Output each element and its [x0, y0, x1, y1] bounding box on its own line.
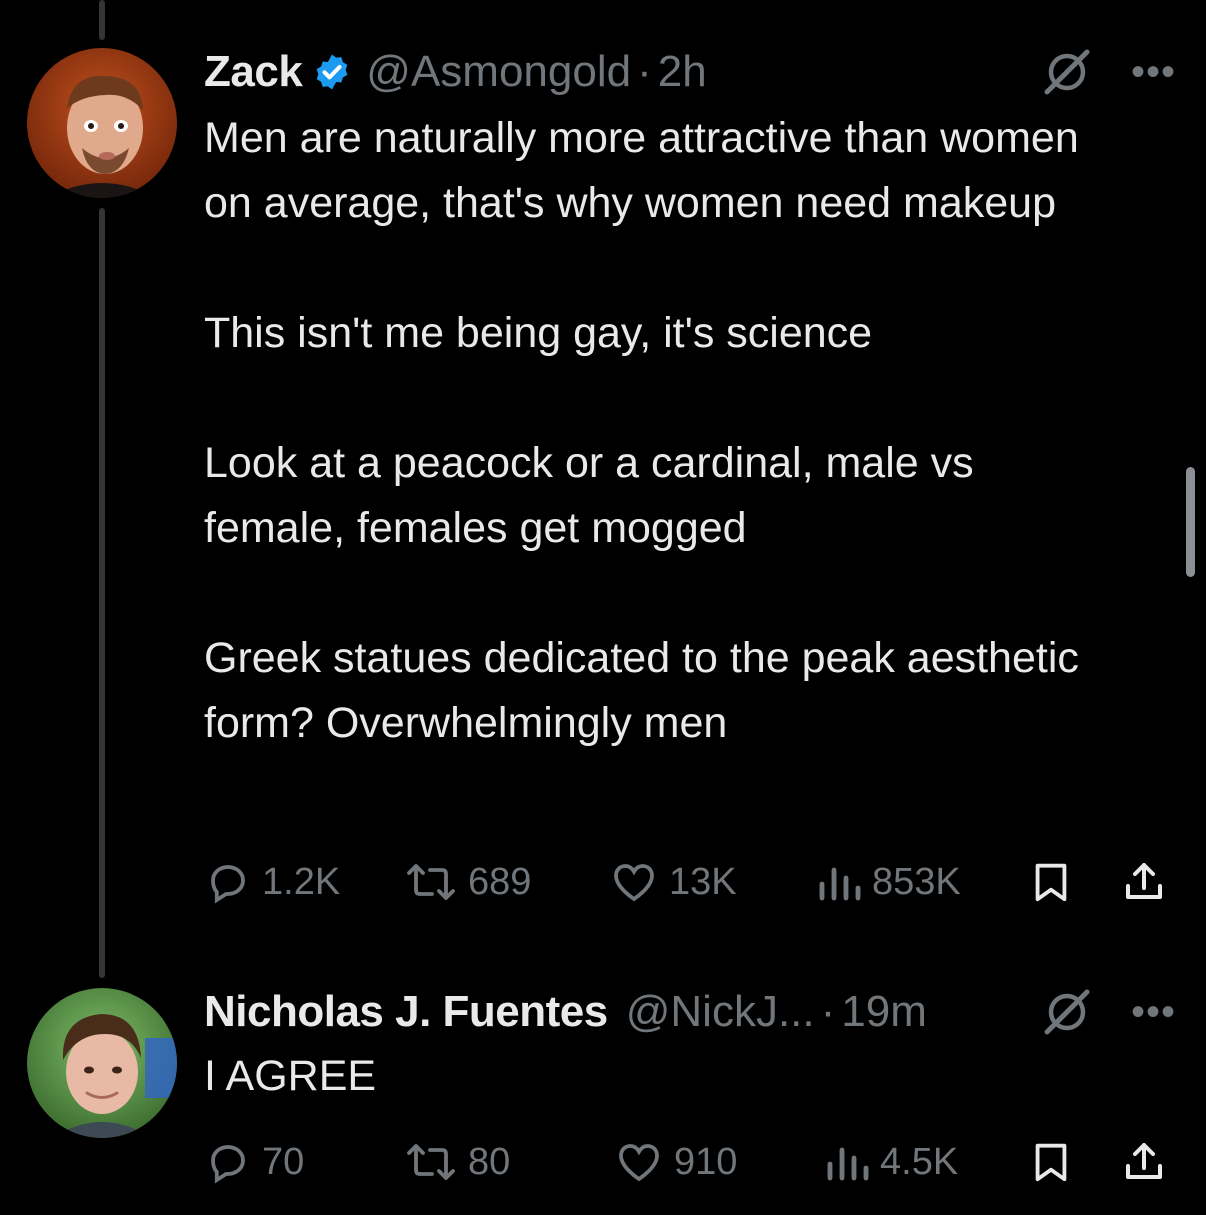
avatar-zack[interactable]: [27, 48, 177, 198]
bookmark-icon: [1028, 1138, 1074, 1186]
like-button[interactable]: 910: [614, 1132, 737, 1192]
like-count: 13K: [669, 860, 737, 903]
tweet-actions: 1.2K 689 13K 853K: [204, 852, 1176, 912]
verified-badge-icon: [312, 52, 352, 92]
avatar-nicholas[interactable]: [27, 988, 177, 1138]
separator-dot: ·: [820, 987, 836, 1036]
reply-button[interactable]: 1.2K: [204, 852, 340, 912]
more-icon[interactable]: •••: [1131, 992, 1176, 1032]
like-icon: [614, 1138, 664, 1186]
tweet-actions: 70 80 910 4.5K: [204, 1132, 1176, 1192]
repost-count: 689: [468, 860, 532, 903]
author-handle[interactable]: @Asmongold: [366, 47, 631, 97]
tweet-paragraph: Men are naturally more attractive than w…: [204, 114, 1079, 227]
author-name[interactable]: Zack: [204, 47, 303, 97]
separator-dot: ·: [637, 47, 652, 96]
bookmark-icon: [1028, 858, 1074, 906]
like-count: 910: [674, 1140, 738, 1183]
reply-count: 1.2K: [262, 860, 341, 903]
grok-icon[interactable]: [1041, 46, 1093, 98]
author-handle[interactable]: @NickJ...: [626, 987, 815, 1037]
views-count: 853K: [872, 860, 961, 903]
tweet-header: Nicholas J. Fuentes @NickJ... · 19m •••: [204, 984, 1176, 1040]
repost-button[interactable]: 689: [404, 852, 531, 912]
like-button[interactable]: 13K: [609, 852, 737, 912]
reply-icon: [204, 858, 252, 906]
views-count: 4.5K: [880, 1140, 959, 1183]
tweet-paragraph: Look at a peacock or a cardinal, male vs…: [204, 439, 974, 552]
share-button[interactable]: [1120, 1132, 1168, 1192]
more-icon[interactable]: •••: [1131, 52, 1176, 92]
reply-button[interactable]: 70: [204, 1132, 304, 1192]
bookmark-button[interactable]: [1028, 1132, 1074, 1192]
views-button[interactable]: 853K: [816, 852, 961, 912]
views-button[interactable]: 4.5K: [824, 1132, 958, 1192]
reply-icon: [204, 1138, 252, 1186]
grok-icon[interactable]: [1041, 986, 1093, 1038]
tweet-nicholas[interactable]: Nicholas J. Fuentes @NickJ... · 19m ••• …: [204, 984, 1176, 1109]
tweet-paragraph: Greek statues dedicated to the peak aest…: [204, 634, 1079, 747]
author-name[interactable]: Nicholas J. Fuentes: [204, 987, 608, 1037]
repost-icon: [404, 1138, 458, 1186]
views-icon: [824, 1138, 870, 1186]
share-icon: [1120, 858, 1168, 906]
tweet-zack[interactable]: Zack @Asmongold · 2h ••• Men are natural…: [204, 44, 1176, 756]
tweet-paragraph: I AGREE: [204, 1052, 377, 1100]
share-icon: [1120, 1138, 1168, 1186]
bookmark-button[interactable]: [1028, 852, 1074, 912]
header-actions: •••: [1041, 44, 1176, 100]
views-icon: [816, 858, 862, 906]
timestamp[interactable]: 2h: [658, 47, 707, 97]
share-button[interactable]: [1120, 852, 1168, 912]
timestamp[interactable]: 19m: [841, 987, 927, 1037]
like-icon: [609, 858, 659, 906]
repost-icon: [404, 858, 458, 906]
reply-count: 70: [262, 1140, 305, 1183]
scrollbar[interactable]: [1186, 467, 1195, 577]
header-actions: •••: [1041, 984, 1176, 1040]
tweet-paragraph: This isn't me being gay, it's science: [204, 309, 873, 357]
thread-line-connector: [99, 208, 105, 978]
repost-button[interactable]: 80: [404, 1132, 510, 1192]
tweet-text: I AGREE: [204, 1044, 1176, 1109]
tweet-text: Men are naturally more attractive than w…: [204, 106, 1176, 756]
thread-line-top: [99, 0, 105, 40]
tweet-header: Zack @Asmongold · 2h •••: [204, 44, 1176, 100]
repost-count: 80: [468, 1140, 511, 1183]
